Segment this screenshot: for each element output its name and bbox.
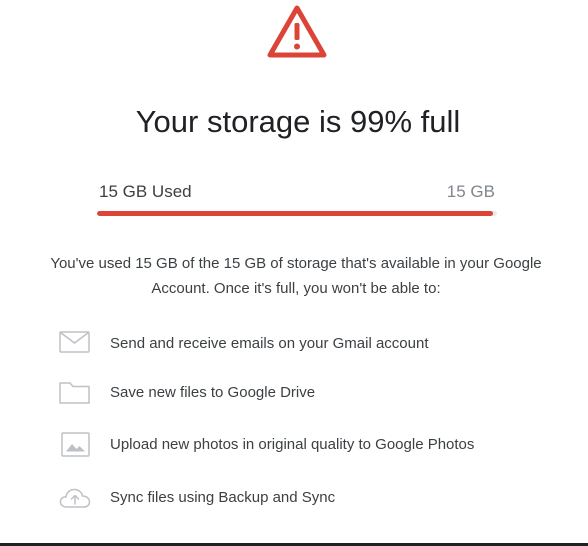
list-item-text: Sync files using Backup and Sync bbox=[110, 489, 336, 506]
cloud-upload-icon bbox=[59, 488, 91, 508]
list-item: Upload new photos in original quality to… bbox=[0, 430, 588, 470]
storage-used-label: 15 GB Used bbox=[99, 182, 192, 201]
storage-description: You've used 15 GB of the 15 GB of storag… bbox=[50, 255, 542, 297]
folder-icon bbox=[59, 382, 90, 404]
list-item-text: Upload new photos in original quality to… bbox=[110, 436, 475, 453]
photo-icon bbox=[61, 432, 90, 457]
list-item: Send and receive emails on your Gmail ac… bbox=[0, 329, 588, 369]
warning-icon bbox=[267, 5, 327, 58]
mail-icon bbox=[59, 331, 90, 353]
list-item-text: Send and receive emails on your Gmail ac… bbox=[110, 335, 429, 352]
page-title: Your storage is 99% full bbox=[135, 104, 461, 139]
list-item-text: Save new files to Google Drive bbox=[110, 384, 316, 401]
storage-progress-fill bbox=[97, 211, 493, 216]
storage-total-label: 15 GB bbox=[446, 182, 495, 201]
list-item: Save new files to Google Drive bbox=[0, 378, 588, 418]
list-item: Sync files using Backup and Sync bbox=[0, 484, 588, 524]
storage-progress-bar bbox=[97, 211, 497, 216]
